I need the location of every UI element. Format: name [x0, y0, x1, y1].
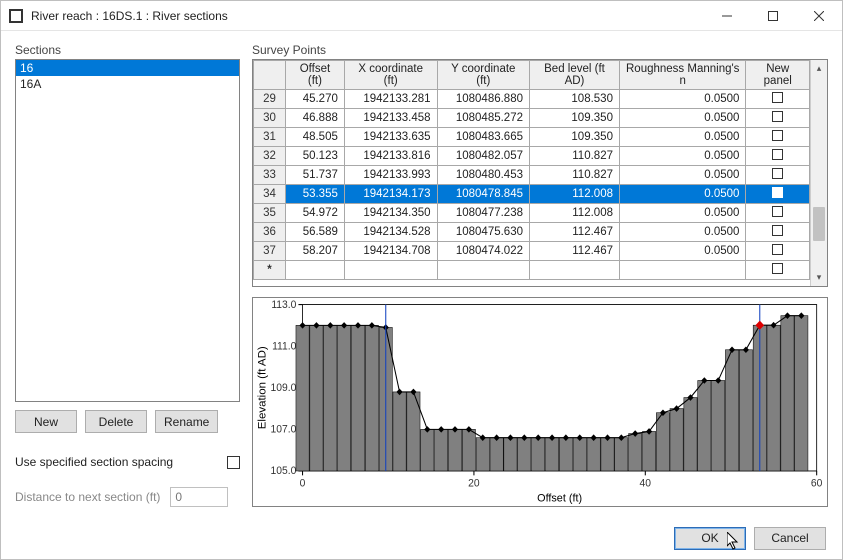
table-row[interactable]: 3453.3551942134.1731080478.845112.0080.0… [254, 185, 810, 204]
svg-text:20: 20 [468, 477, 480, 489]
svg-text:105.0: 105.0 [271, 465, 297, 477]
svg-text:113.0: 113.0 [271, 299, 296, 311]
profile-chart: 105.0 107.0 109.0 111.0 113.0 0 20 40 60 Offset (… [252, 297, 828, 507]
sections-label: Sections [15, 43, 240, 57]
section-item[interactable]: 16 [16, 60, 239, 76]
scroll-up-icon[interactable]: ▴ [811, 60, 827, 77]
distance-label: Distance to next section (ft) [15, 490, 160, 504]
sections-listbox[interactable]: 1616A [15, 59, 240, 402]
dialog-footer: OK Cancel [1, 517, 842, 559]
table-row[interactable]: 2945.2701942133.2811080486.880108.5300.0… [254, 90, 810, 109]
panel-checkbox[interactable] [772, 168, 783, 179]
titlebar: River reach : 16DS.1 : River sections [1, 1, 842, 31]
table-row[interactable]: 3758.2071942134.7081080474.022112.4670.0… [254, 242, 810, 261]
svg-text:Elevation (ft AD): Elevation (ft AD) [257, 346, 269, 429]
table-row[interactable]: 3554.9721942134.3501080477.238112.0080.0… [254, 204, 810, 223]
column-header[interactable]: X coordinate (ft) [344, 61, 437, 90]
table-row[interactable]: 3351.7371942133.9931080480.453110.8270.0… [254, 166, 810, 185]
svg-text:111.0: 111.0 [272, 340, 296, 352]
rename-button[interactable]: Rename [155, 410, 218, 433]
svg-text:40: 40 [640, 477, 652, 489]
minimize-button[interactable] [704, 1, 750, 30]
svg-text:0: 0 [300, 477, 306, 489]
dialog-window: River reach : 16DS.1 : River sections Se… [0, 0, 843, 560]
table-row[interactable]: 3250.1231942133.8161080482.057110.8270.0… [254, 147, 810, 166]
section-item[interactable]: 16A [16, 76, 239, 92]
ok-button[interactable]: OK [674, 527, 746, 550]
column-header[interactable] [254, 61, 286, 90]
cancel-button[interactable]: Cancel [754, 527, 826, 550]
panel-checkbox[interactable] [772, 225, 783, 236]
scroll-thumb[interactable] [813, 207, 825, 241]
distance-input: 0 [170, 487, 228, 507]
table-row[interactable]: 3656.5891942134.5281080475.630112.4670.0… [254, 223, 810, 242]
panel-checkbox[interactable] [772, 111, 783, 122]
survey-panel: Survey Points Offset (ft)X coordinate (f… [252, 43, 828, 507]
use-spacing-label: Use specified section spacing [15, 455, 227, 469]
column-header[interactable]: New panel [746, 61, 810, 90]
new-button[interactable]: New [15, 410, 77, 433]
panel-checkbox[interactable] [772, 187, 783, 198]
panel-checkbox[interactable] [772, 130, 783, 141]
column-header[interactable]: Offset (ft) [286, 61, 345, 90]
use-spacing-checkbox[interactable] [227, 456, 240, 469]
table-row[interactable]: * [254, 261, 810, 280]
survey-table[interactable]: Offset (ft)X coordinate (ft)Y coordinate… [253, 60, 810, 280]
scroll-down-icon[interactable]: ▾ [811, 269, 827, 286]
window-title: River reach : 16DS.1 : River sections [31, 9, 704, 23]
survey-label: Survey Points [252, 43, 828, 57]
svg-text:Offset (ft): Offset (ft) [537, 492, 582, 504]
panel-checkbox[interactable] [772, 263, 783, 274]
survey-table-wrap: Offset (ft)X coordinate (ft)Y coordinate… [252, 59, 828, 287]
table-row[interactable]: 3046.8881942133.4581080485.272109.3500.0… [254, 109, 810, 128]
svg-text:107.0: 107.0 [271, 423, 297, 435]
column-header[interactable]: Y coordinate (ft) [437, 61, 529, 90]
sections-panel: Sections 1616A New Delete Rename Use spe… [15, 43, 240, 507]
close-button[interactable] [796, 1, 842, 30]
table-row[interactable]: 3148.5051942133.6351080483.665109.3500.0… [254, 128, 810, 147]
column-header[interactable]: Bed level (ft AD) [530, 61, 620, 90]
svg-text:109.0: 109.0 [271, 382, 297, 394]
table-scrollbar[interactable]: ▴ ▾ [810, 60, 827, 286]
panel-checkbox[interactable] [772, 92, 783, 103]
app-icon [9, 9, 23, 23]
panel-checkbox[interactable] [772, 206, 783, 217]
panel-checkbox[interactable] [772, 149, 783, 160]
svg-text:60: 60 [811, 477, 823, 489]
panel-checkbox[interactable] [772, 244, 783, 255]
column-header[interactable]: Roughness Manning's n [619, 61, 745, 90]
maximize-button[interactable] [750, 1, 796, 30]
delete-button[interactable]: Delete [85, 410, 147, 433]
